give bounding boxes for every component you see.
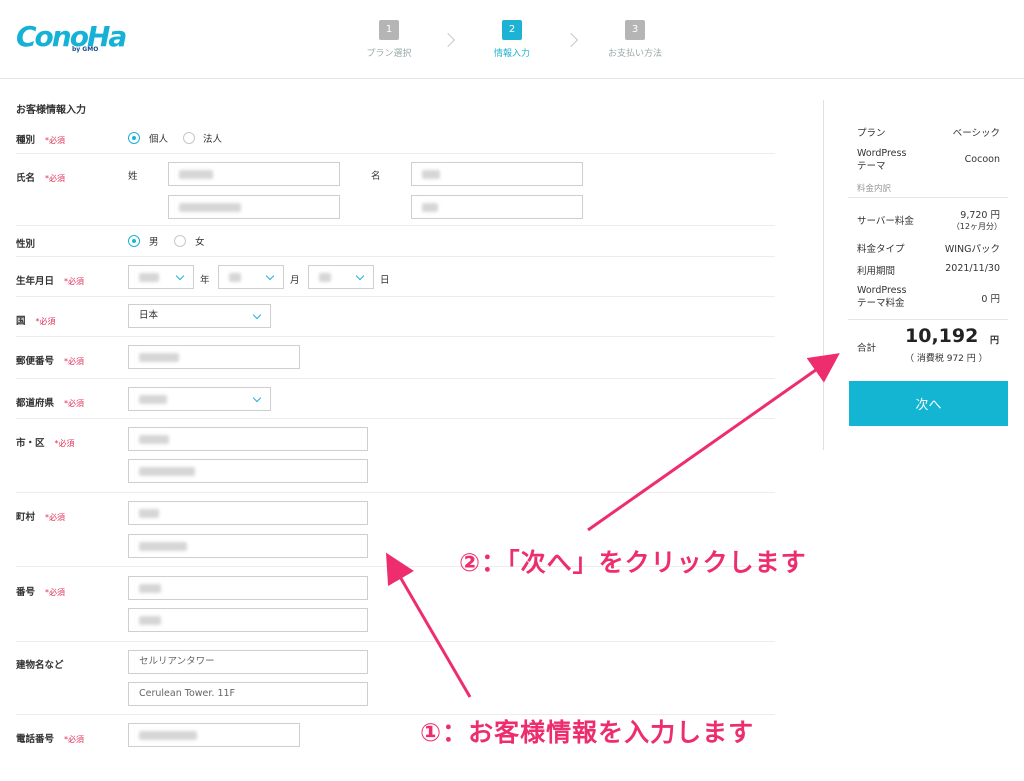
annotation-arrows	[385, 353, 840, 698]
annotation-step1: ①：お客様情報を入力します	[420, 718, 755, 747]
arrow-to-form	[385, 552, 472, 698]
arrow-to-next-button	[587, 353, 840, 532]
annotation-step2: ②：「次へ」をクリックします	[459, 548, 807, 577]
